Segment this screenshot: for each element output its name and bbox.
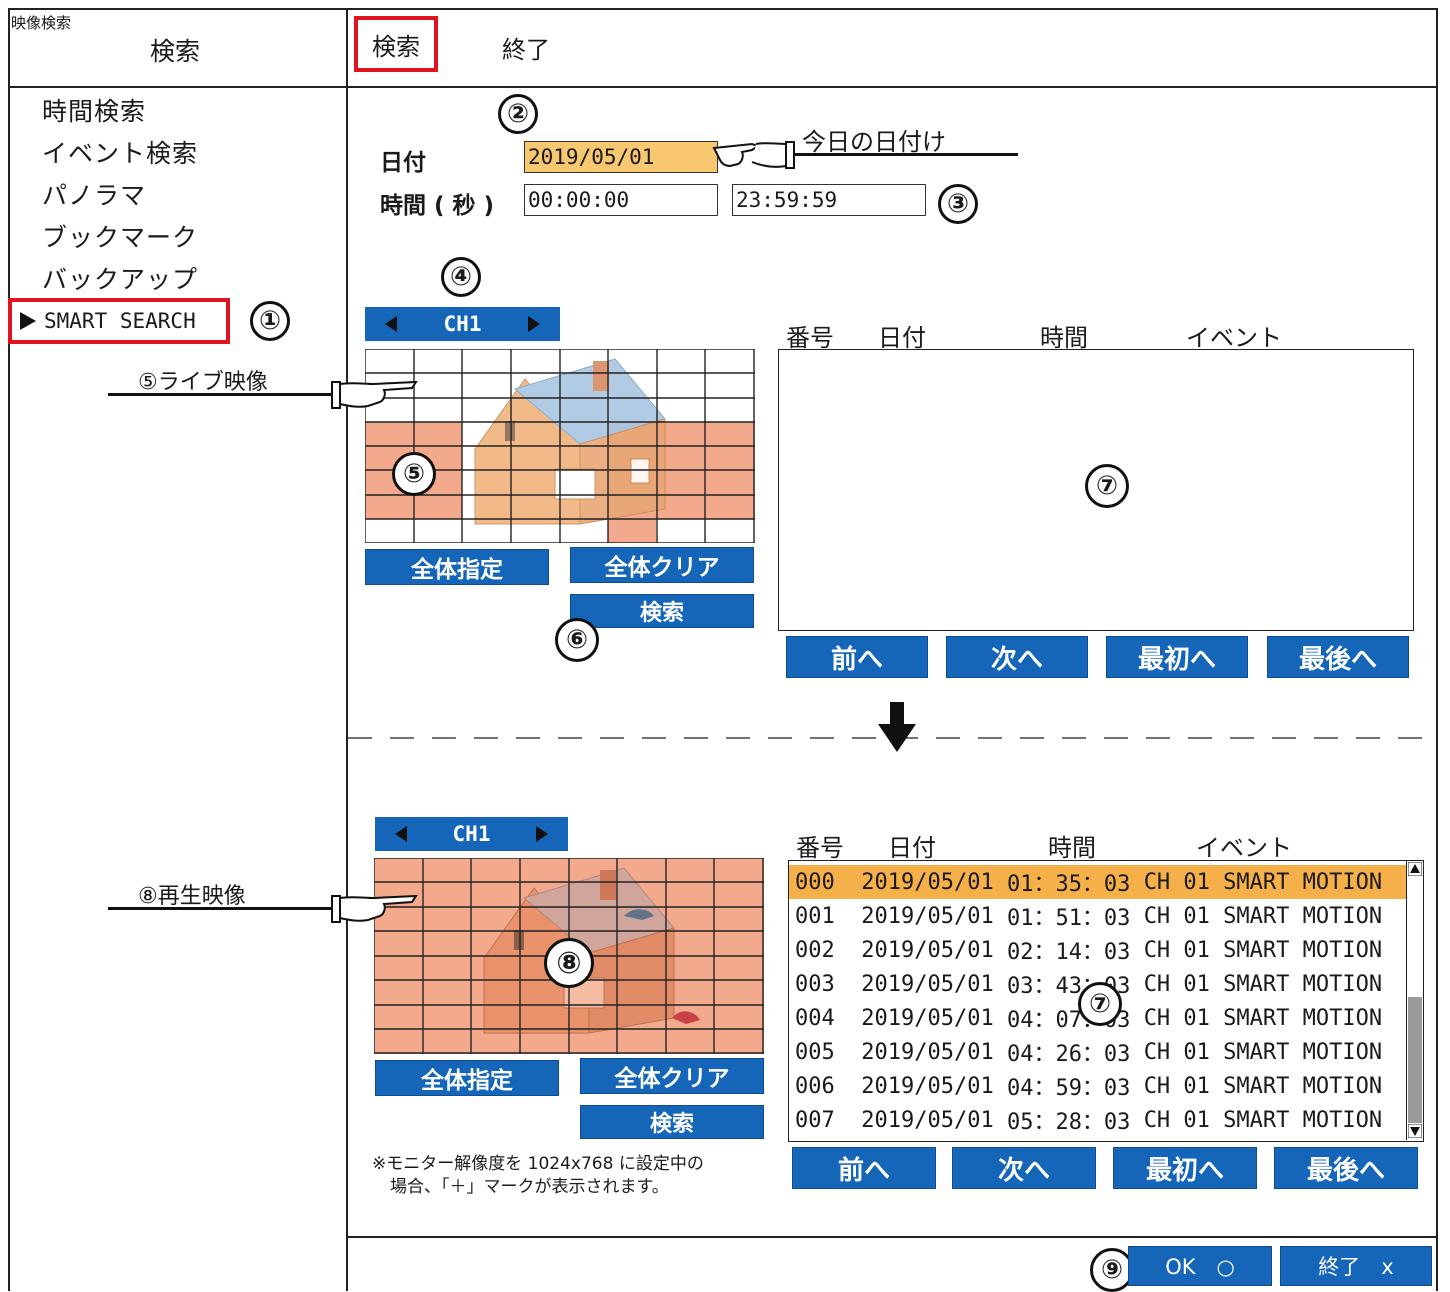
playback-first-button[interactable]: 最初へ xyxy=(1113,1147,1257,1189)
resolution-note-line2: 場合、「＋」マークが表示されます。 xyxy=(390,1177,669,1197)
table-row[interactable]: 001 2019/05/01 01：51：03 CH 01 SMART MOTI… xyxy=(795,899,1382,933)
exit-button[interactable]: 終了 x xyxy=(1280,1246,1432,1286)
scroll-up-icon[interactable] xyxy=(1408,862,1422,876)
pointing-hand-icon xyxy=(712,141,795,169)
table-row[interactable]: 006 2019/05/01 04：59：03 CH 01 SMART MOTI… xyxy=(795,1069,1382,1103)
sidebar-item-label: SMART SEARCH xyxy=(44,309,196,333)
callout-2: ② xyxy=(498,94,538,134)
date-field[interactable]: 2019/05/01 xyxy=(524,141,718,173)
time-end-field[interactable]: 23:59:59 xyxy=(732,184,926,216)
time-label: 時間 ( 秒 ) xyxy=(380,193,495,219)
playback-channel-label: CH1 xyxy=(452,822,491,846)
arrow-left-icon[interactable] xyxy=(393,825,409,843)
header-title: 検索 xyxy=(150,37,201,66)
table-row[interactable]: 007 2019/05/01 05：28：03 CH 01 SMART MOTI… xyxy=(795,1103,1382,1137)
live-last-button[interactable]: 最後へ xyxy=(1267,636,1409,678)
live-channel-selector[interactable]: CH1 xyxy=(365,307,560,341)
scroll-down-icon[interactable] xyxy=(1408,1124,1422,1138)
tab-exit[interactable]: 終了 xyxy=(502,30,550,65)
frame-left xyxy=(8,8,10,1291)
callout-5: ⑤ xyxy=(392,452,436,496)
sidebar-item-event-search[interactable]: イベント検索 xyxy=(42,134,198,170)
date-label: 日付 xyxy=(380,150,426,176)
col-header-no: 番号 xyxy=(786,324,834,352)
header-divider xyxy=(8,86,1438,88)
col-header-date: 日付 xyxy=(888,834,936,862)
col-header-no: 番号 xyxy=(796,834,844,862)
playback-clear-all-button[interactable]: 全体クリア xyxy=(580,1058,764,1094)
ok-button[interactable]: OK ○ xyxy=(1128,1246,1272,1286)
down-arrow-icon xyxy=(890,702,904,726)
col-header-date: 日付 xyxy=(878,324,926,352)
footer-divider xyxy=(346,1236,1438,1238)
live-prev-button[interactable]: 前へ xyxy=(786,636,928,678)
playback-search-button[interactable]: 検索 xyxy=(580,1105,764,1139)
col-header-event: イベント xyxy=(1186,324,1282,352)
scroll-thumb[interactable] xyxy=(1408,997,1422,1123)
live-select-all-button[interactable]: 全体指定 xyxy=(365,549,549,585)
live-channel-label: CH1 xyxy=(443,312,482,336)
arrow-left-icon[interactable] xyxy=(383,315,399,333)
live-video-grid[interactable] xyxy=(365,349,755,543)
live-next-button[interactable]: 次へ xyxy=(946,636,1088,678)
callout-7-top: ⑦ xyxy=(1085,464,1129,508)
frame-top xyxy=(8,8,1438,10)
callout-6: ⑥ xyxy=(555,618,599,662)
playback-video-leader xyxy=(108,907,338,910)
today-date-leader xyxy=(794,153,1018,156)
window-title: 映像検索 xyxy=(11,14,72,32)
live-search-button[interactable]: 検索 xyxy=(570,594,754,628)
sidebar-item-bookmark[interactable]: ブックマーク xyxy=(42,218,198,254)
arrow-right-icon[interactable] xyxy=(534,825,550,843)
live-video-leader xyxy=(108,393,338,396)
callout-7-bottom: ⑦ xyxy=(1078,982,1122,1026)
table-row[interactable]: 005 2019/05/01 04：26：03 CH 01 SMART MOTI… xyxy=(795,1035,1382,1069)
col-header-time: 時間 xyxy=(1040,324,1088,352)
playback-next-button[interactable]: 次へ xyxy=(952,1147,1096,1189)
playback-last-button[interactable]: 最後へ xyxy=(1274,1147,1418,1189)
pointing-hand-icon xyxy=(331,894,418,923)
col-header-time: 時間 xyxy=(1048,834,1096,862)
table-row[interactable]: 000 2019/05/01 01：35：03 CH 01 SMART MOTI… xyxy=(795,865,1382,899)
resolution-note-line1: ※モニター解像度を 1024x768 に設定中の xyxy=(372,1154,704,1174)
playback-select-all-button[interactable]: 全体指定 xyxy=(375,1060,559,1096)
callout-4: ④ xyxy=(441,257,481,297)
callout-1: ① xyxy=(250,301,290,341)
callout-8: ⑧ xyxy=(544,938,594,988)
table-row[interactable]: 002 2019/05/01 02：14：03 CH 01 SMART MOTI… xyxy=(795,933,1382,967)
today-date-label: 今日の日付け xyxy=(802,128,946,156)
sidebar-divider xyxy=(346,8,348,1291)
scrollbar[interactable] xyxy=(1406,861,1423,1140)
playback-channel-selector[interactable]: CH1 xyxy=(375,817,568,851)
playback-prev-button[interactable]: 前へ xyxy=(792,1147,936,1189)
sidebar-item-time-search[interactable]: 時間検索 xyxy=(42,92,146,128)
play-triangle-icon xyxy=(20,312,36,330)
motion-area-bottom xyxy=(608,519,656,543)
tab-search-label: 検索 xyxy=(372,32,420,61)
time-start-field[interactable]: 00:00:00 xyxy=(524,184,718,216)
live-first-button[interactable]: 最初へ xyxy=(1106,636,1248,678)
live-clear-all-button[interactable]: 全体クリア xyxy=(570,547,754,583)
callout-3: ③ xyxy=(938,184,978,224)
arrow-right-icon[interactable] xyxy=(526,315,542,333)
tab-search[interactable]: 検索 xyxy=(354,16,438,72)
live-video-label: ⑤ライブ映像 xyxy=(138,370,268,395)
sidebar-item-panorama[interactable]: パノラマ xyxy=(42,176,146,212)
sidebar-item-backup[interactable]: バックアップ xyxy=(42,260,198,296)
playback-video-label: ⑧再生映像 xyxy=(138,884,246,909)
frame-right xyxy=(1436,8,1438,1291)
pointing-hand-icon xyxy=(331,380,418,409)
sidebar-item-smart-search[interactable]: SMART SEARCH xyxy=(8,298,230,344)
col-header-event: イベント xyxy=(1196,834,1292,862)
section-separator xyxy=(348,702,1438,752)
